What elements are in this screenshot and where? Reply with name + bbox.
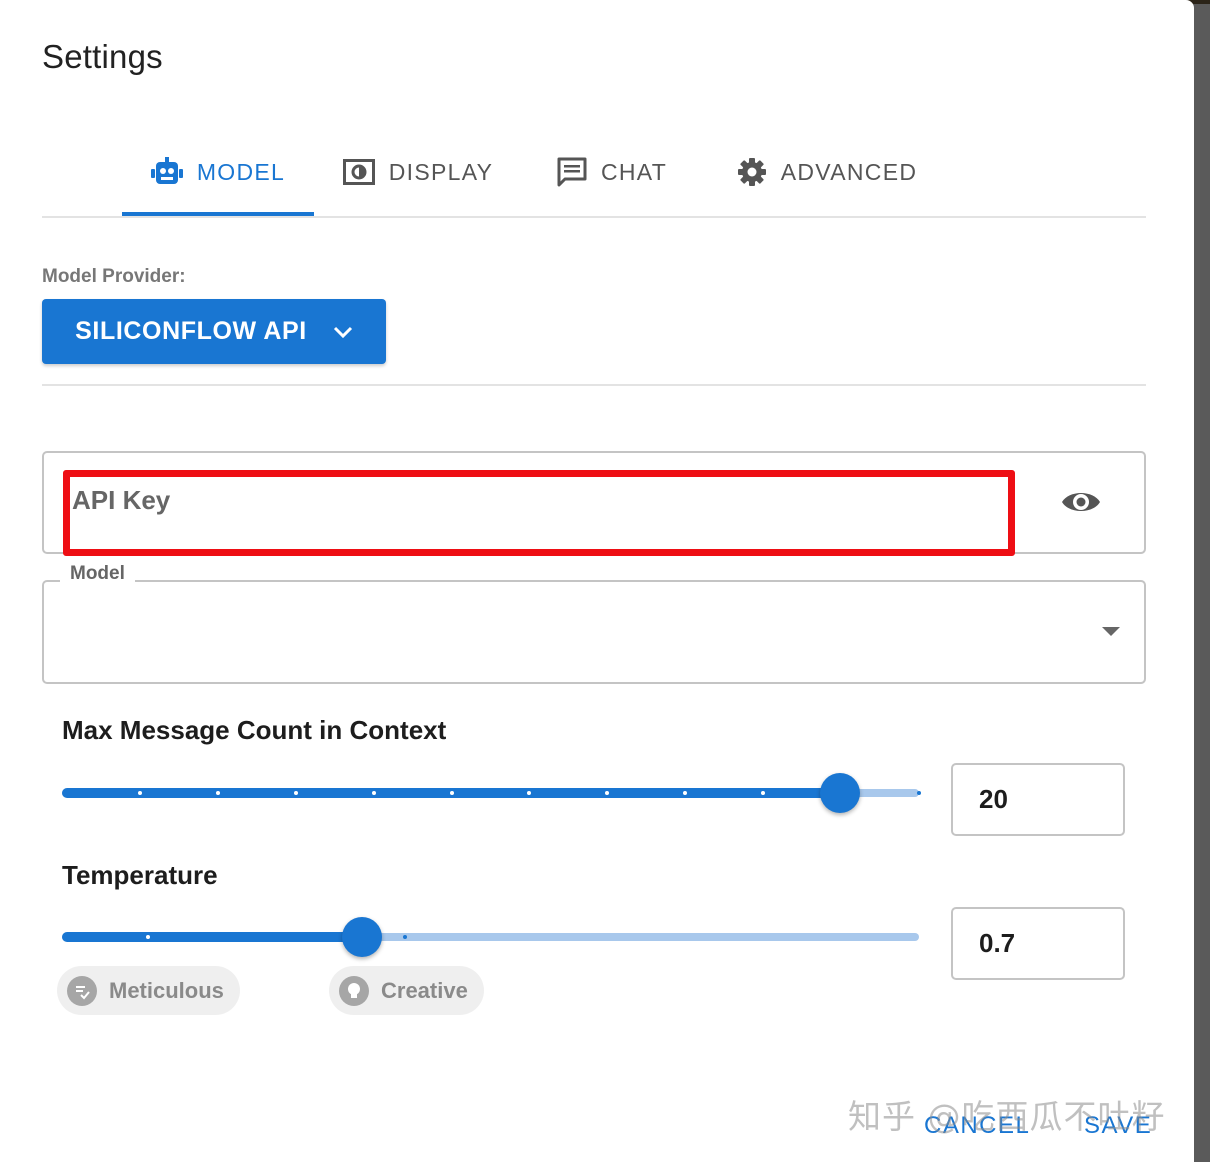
- api-key-label: API Key: [72, 485, 171, 515]
- display-icon: [342, 159, 375, 185]
- max-message-count-title: Max Message Count in Context: [62, 715, 447, 745]
- model-provider-dropdown-button[interactable]: SILICONFLOW API: [42, 299, 386, 364]
- chevron-down-icon: [333, 326, 352, 338]
- creative-chip[interactable]: Creative: [329, 966, 484, 1015]
- max-message-count-slider[interactable]: [62, 773, 921, 813]
- model-provider-label: Model Provider:: [42, 266, 186, 287]
- gear-icon: [737, 158, 766, 186]
- temperature-title: Temperature: [62, 860, 218, 890]
- creative-chip-label: Creative: [381, 977, 468, 1003]
- slider-mark: [216, 791, 220, 795]
- slider-mark: [450, 791, 454, 795]
- meticulous-chip[interactable]: Meticulous: [57, 966, 240, 1015]
- slider-mark: [294, 791, 298, 795]
- slider-mark: [605, 791, 609, 795]
- slider-mark: [146, 935, 150, 939]
- slider-mark: [917, 791, 921, 795]
- tab-advanced-label: ADVANCED: [780, 158, 918, 185]
- chat-icon: [557, 157, 587, 187]
- active-tab-indicator: [122, 212, 314, 216]
- watermark: 知乎 @吃西瓜不吐籽: [848, 1097, 1166, 1136]
- tab-advanced[interactable]: ADVANCED: [722, 130, 932, 214]
- temperature-input[interactable]: 0.7: [951, 907, 1125, 980]
- slider-thumb[interactable]: [820, 773, 860, 813]
- tab-display[interactable]: DISPLAY: [334, 130, 502, 214]
- tab-chat[interactable]: CHAT: [542, 130, 682, 214]
- meticulous-chip-label: Meticulous: [109, 977, 224, 1003]
- section-divider: [42, 384, 1146, 386]
- max-message-count-input[interactable]: 20: [951, 763, 1125, 836]
- eye-icon[interactable]: [1060, 487, 1102, 517]
- model-label: Model: [60, 563, 135, 585]
- slider-mark: [683, 791, 687, 795]
- slider-thumb[interactable]: [342, 917, 382, 957]
- settings-dialog: Settings MODEL DISPLAY CHAT ADVANCED Mod…: [0, 0, 1194, 1162]
- slider-track: [62, 932, 362, 942]
- slider-mark: [403, 935, 407, 939]
- tab-bar: MODEL DISPLAY CHAT ADVANCED: [42, 130, 1146, 218]
- lightbulb-icon: [339, 975, 369, 1006]
- slider-mark: [372, 791, 376, 795]
- temperature-slider[interactable]: [62, 917, 919, 957]
- dropdown-arrow-icon[interactable]: [1102, 627, 1120, 636]
- dialog-title: Settings: [42, 38, 163, 75]
- model-provider-value: SILICONFLOW API: [75, 317, 307, 345]
- tab-chat-label: CHAT: [600, 158, 668, 185]
- tab-model[interactable]: MODEL: [122, 130, 314, 214]
- api-key-field[interactable]: API Key: [42, 451, 1146, 554]
- slider-mark: [138, 791, 142, 795]
- tab-model-label: MODEL: [196, 158, 286, 185]
- slider-mark: [527, 791, 531, 795]
- model-select[interactable]: [42, 580, 1146, 684]
- robot-icon: [150, 157, 183, 184]
- slider-mark: [761, 791, 765, 795]
- meticulous-icon: [67, 975, 97, 1006]
- tab-display-label: DISPLAY: [388, 158, 494, 185]
